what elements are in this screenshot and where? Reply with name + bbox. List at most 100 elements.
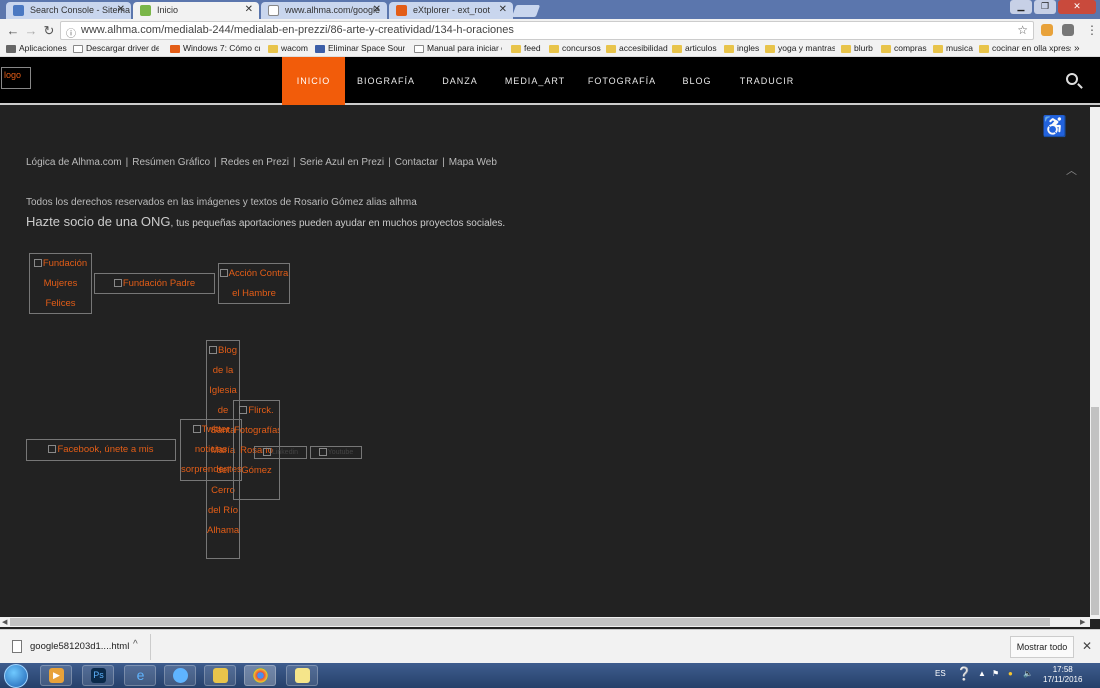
close-icon[interactable]: ✕ [1082,639,1092,653]
bookmark-star-icon[interactable]: ☆ [1017,23,1028,37]
extension-icon[interactable] [1041,24,1053,36]
tab-label: www.alhma.com/google [285,5,381,15]
nav-traducir[interactable]: TRADUCIR [732,57,802,105]
tab-search-console[interactable]: Search Console - Sitema ✕ [6,2,131,19]
bookmark-folder[interactable]: ingles [724,43,762,53]
folder-icon [881,45,891,53]
close-tab-icon[interactable]: ✕ [245,4,253,15]
tab-extplorer[interactable]: eXtplorer - ext_root ✕ [389,2,513,19]
footer-link-contactar[interactable]: Contactar [395,157,438,168]
horizontal-scrollbar[interactable]: ◀ ▶ [0,617,1090,627]
windows-taskbar: ▶ Ps e ES ❔ ▲ ⚑ ● 🔈 17:58 17/11/2016 [0,663,1100,688]
volume-icon[interactable]: 🔈 [1023,669,1033,678]
chevron-up-icon[interactable]: ^ [133,639,138,650]
bookmark-folder[interactable]: yoga y mantras [765,43,835,53]
minimize-icon[interactable]: ▁ [1010,0,1032,14]
bookmark-item[interactable]: Eliminar Space Sound [315,43,405,53]
system-clock[interactable]: 17:58 17/11/2016 [1043,665,1082,685]
clock-date: 17/11/2016 [1043,675,1083,684]
close-tab-icon[interactable]: ✕ [373,4,381,15]
restore-icon[interactable]: ❐ [1034,0,1056,14]
ong-mujeres-felices-link[interactable]: Fundación Mujeres Felices [29,253,92,314]
scroll-left-icon[interactable]: ◀ [2,618,7,626]
download-item[interactable]: google581203d1....html [12,640,130,653]
nav-media-art[interactable]: MEDIA_ART [498,57,572,105]
bookmark-apps[interactable]: Aplicaciones [6,43,68,53]
tab-label: Inicio [157,5,179,15]
bookmark-item[interactable]: wacom [268,43,310,53]
bookmark-folder[interactable]: accesibilidad [606,43,670,53]
footer-link-logica[interactable]: Lógica de Alhma.com [26,157,122,168]
scroll-thumb[interactable] [1091,407,1099,615]
bookmark-item[interactable]: Windows 7: Cómo cre [170,43,260,53]
download-shelf: google581203d1....html ^ Mostrar todo ✕ [0,629,1100,663]
search-icon[interactable] [1066,73,1078,85]
bookmark-folder[interactable]: concursos [549,43,605,53]
nav-danza[interactable]: DANZA [432,57,488,105]
bookmark-folder[interactable]: articulos [672,43,720,53]
nav-inicio[interactable]: INICIO [282,57,345,105]
scroll-thumb[interactable] [10,618,1050,626]
vertical-scrollbar[interactable] [1090,107,1100,619]
bookmark-folder[interactable]: feed [511,43,549,53]
tab-alhma-google[interactable]: www.alhma.com/google ✕ [261,2,387,19]
footer-link-resumen[interactable]: Resúmen Gráfico [132,157,210,168]
ong-padre-garralda-link[interactable]: Fundación Padre Garralda [94,273,215,294]
download-filename: google581203d1....html [30,641,130,652]
messenger-icon[interactable] [164,665,196,686]
close-tab-icon[interactable]: ✕ [499,4,507,15]
sticky-notes-icon[interactable] [286,665,318,686]
close-window-icon[interactable]: ✕ [1058,0,1096,14]
tab-strip: Search Console - Sitema ✕ Inicio ✕ www.a… [0,0,1100,19]
tab-inicio[interactable]: Inicio ✕ [133,2,259,19]
bookmarks-overflow[interactable]: » [1074,43,1080,54]
bookmark-item[interactable]: Descargar driver de C [73,43,159,53]
bookmark-folder[interactable]: compras [881,43,931,53]
help-icon[interactable]: ❔ [956,666,972,682]
footer-link-redes-prezi[interactable]: Redes en Prezi [221,157,289,168]
nav-blog[interactable]: BLOG [674,57,720,105]
close-tab-icon[interactable]: ✕ [117,4,125,15]
broken-image-icon [318,448,327,456]
social-link[interactable]: Youtube [310,446,362,459]
internet-explorer-icon[interactable]: e [124,665,156,686]
folder-icon [606,45,616,53]
chrome-icon[interactable] [244,665,276,686]
bookmark-folder[interactable]: musica [933,43,975,53]
bookmark-folder[interactable]: blurb [841,43,877,53]
reload-icon[interactable]: ↻ [42,23,56,39]
extension-icon[interactable] [1062,24,1074,36]
nav-biografia[interactable]: BIOGRAFÍA [350,57,422,105]
language-indicator[interactable]: ES [935,669,946,678]
accessibility-icon[interactable]: ♿ [1042,114,1067,139]
page-info-icon[interactable]: ⓘ [66,25,76,40]
site-logo[interactable]: logo [1,67,31,89]
back-icon[interactable]: ← [6,23,20,38]
footer-link-serie-azul[interactable]: Serie Azul en Prezi [300,157,385,168]
ong-heading[interactable]: Hazte socio de una ONG [26,214,171,229]
ong-accion-hambre-link[interactable]: Acción Contra el Hambre [218,263,290,304]
security-icon[interactable]: ● [1008,669,1013,678]
media-player-icon[interactable]: ▶ [40,665,72,686]
scroll-right-icon[interactable]: ▶ [1080,618,1085,626]
tray-expand-icon[interactable]: ▲ [978,669,986,678]
footer-link-mapa-web[interactable]: Mapa Web [449,157,497,168]
social-link[interactable]: Linkedin [254,446,307,459]
new-tab-button[interactable] [511,5,541,17]
forward-icon[interactable]: → [24,23,38,38]
file-explorer-icon[interactable] [204,665,236,686]
flag-icon[interactable]: ⚑ [992,669,999,678]
bookmark-item[interactable]: Manual para iniciar o [414,43,502,53]
broken-image-icon [48,445,57,453]
copyright-text: Todos los derechos reservados en las imá… [26,197,417,208]
bookmark-folder[interactable]: cocinar en olla xpress [979,43,1071,53]
facebook-link[interactable]: Facebook, únete a mis amistades [26,439,176,461]
show-all-button[interactable]: Mostrar todo [1010,636,1074,658]
start-button[interactable] [4,664,28,688]
folder-icon [933,45,943,53]
scroll-top-icon[interactable]: ︿ [1066,162,1077,178]
photoshop-icon[interactable]: Ps [82,665,114,686]
address-bar[interactable]: ⓘ www.alhma.com/medialab-244/medialab-en… [60,21,1034,40]
nav-fotografia[interactable]: FOTOGRAFÍA [582,57,662,105]
menu-icon[interactable]: ⋮ [1086,23,1098,37]
